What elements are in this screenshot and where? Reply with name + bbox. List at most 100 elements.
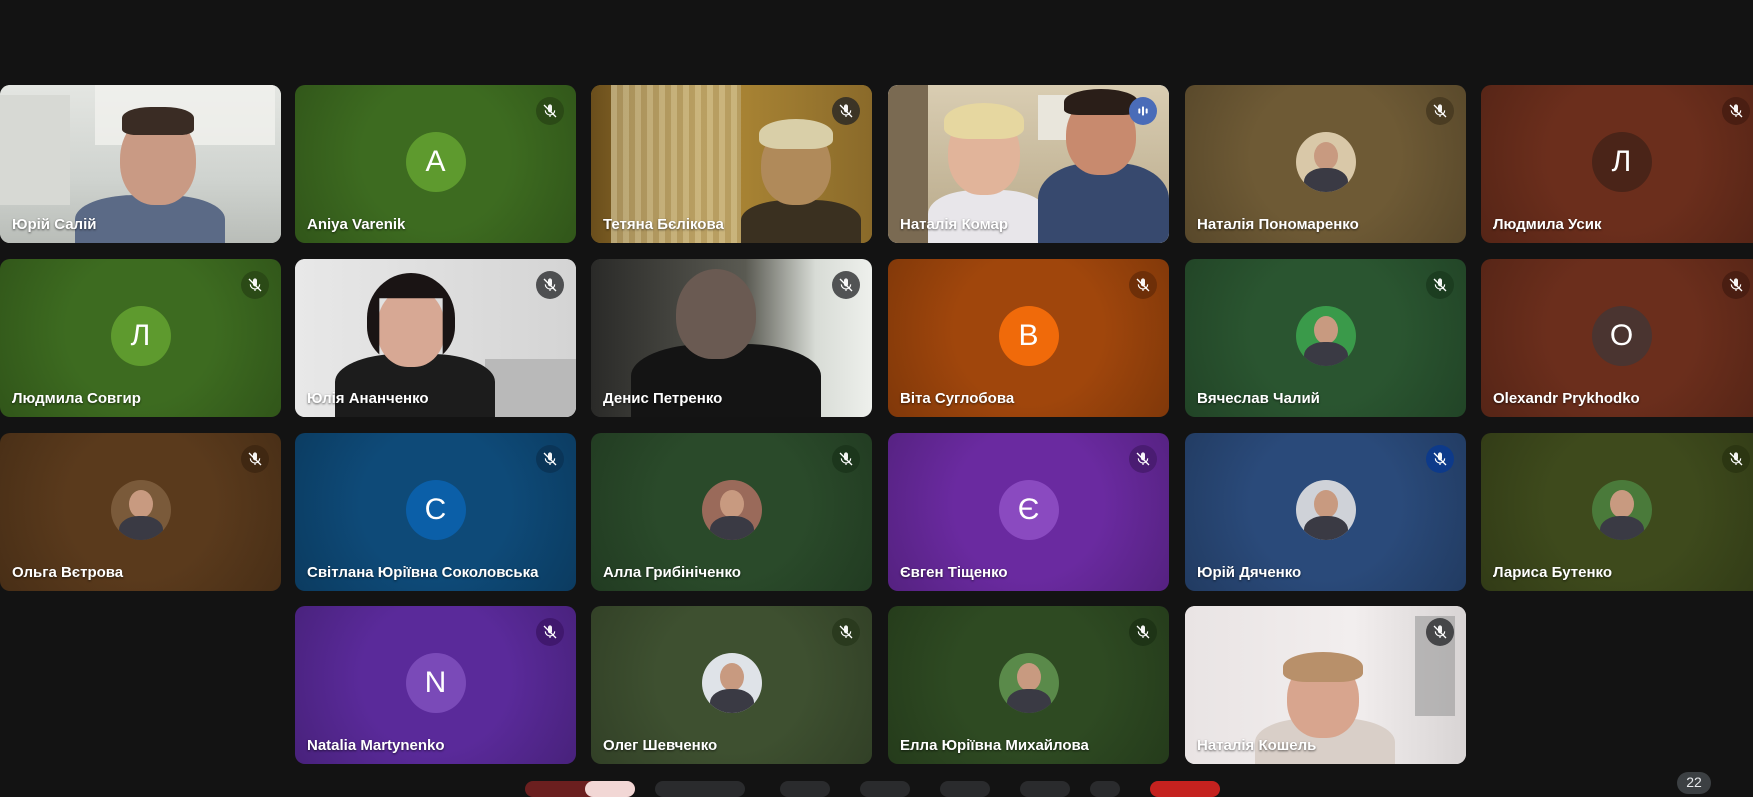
participant-name: Natalia Martynenko	[307, 737, 445, 754]
mic-off-glyph	[1729, 452, 1743, 466]
participant-tile[interactable]: Л Людмила Совгир	[0, 259, 281, 417]
avatar-initial: Л	[110, 306, 171, 366]
mic-off-icon	[536, 97, 564, 125]
mic-off-icon	[241, 271, 269, 299]
mic-off-glyph	[839, 452, 853, 466]
avatar-initial: O	[1591, 306, 1652, 366]
mic-off-icon	[1722, 97, 1750, 125]
participant-name: Наталія Пономаренко	[1197, 216, 1359, 233]
avatar-photo	[1295, 480, 1356, 540]
participant-tile[interactable]: В Віта Суглобова	[888, 259, 1169, 417]
avatar-photo	[701, 653, 762, 713]
participant-tile[interactable]: Наталія Кошель	[1185, 606, 1466, 764]
participant-tile[interactable]: Денис Петренко	[591, 259, 872, 417]
mic-off-glyph	[543, 625, 557, 639]
mic-off-icon	[536, 618, 564, 646]
control-button-partial[interactable]	[1090, 781, 1120, 797]
participant-tile[interactable]: Наталія Комар	[888, 85, 1169, 243]
control-button-partial[interactable]	[585, 781, 635, 797]
control-button-partial[interactable]	[780, 781, 830, 797]
participant-name: Алла Грибініченко	[603, 564, 741, 581]
participant-name: Денис Петренко	[603, 390, 723, 407]
mic-off-glyph	[1136, 278, 1150, 292]
mic-off-icon	[832, 97, 860, 125]
participant-tile[interactable]: Є Євген Тіщенко	[888, 433, 1169, 591]
mic-off-icon	[832, 445, 860, 473]
mic-off-glyph	[543, 278, 557, 292]
participant-tile[interactable]: Лариса Бутенко	[1481, 433, 1753, 591]
mic-off-glyph	[1433, 278, 1447, 292]
participant-name: Юлія Ананченко	[307, 390, 429, 407]
participant-tile[interactable]: Юлія Ананченко	[295, 259, 576, 417]
mic-off-glyph	[248, 278, 262, 292]
mic-off-icon	[832, 271, 860, 299]
mic-off-icon	[1426, 445, 1454, 473]
mic-off-icon	[1129, 271, 1157, 299]
participant-name: Olexandr Prykhodko	[1493, 390, 1640, 407]
control-button-partial[interactable]	[940, 781, 990, 797]
mic-off-icon	[1722, 445, 1750, 473]
control-button-partial[interactable]	[655, 781, 745, 797]
participant-name: Людмила Совгир	[12, 390, 141, 407]
participant-tile[interactable]: Наталія Пономаренко	[1185, 85, 1466, 243]
participant-tile[interactable]: Олег Шевченко	[591, 606, 872, 764]
participant-tile[interactable]: N Natalia Martynenko	[295, 606, 576, 764]
participant-tile[interactable]: A Aniya Varenik	[295, 85, 576, 243]
mic-off-icon	[832, 618, 860, 646]
control-button-partial[interactable]	[1020, 781, 1070, 797]
participant-tile[interactable]: Ольга Вєтрова	[0, 433, 281, 591]
participant-name: Юрій Салій	[12, 216, 97, 233]
avatar-initial: N	[405, 653, 466, 713]
mic-off-glyph	[1433, 452, 1447, 466]
participant-name: Тетяна Бєлікова	[603, 216, 724, 233]
mic-off-glyph	[1433, 104, 1447, 118]
participant-name: Світлана Юріївна Соколовська	[307, 564, 539, 581]
avatar-initial: A	[405, 132, 466, 192]
mic-off-glyph	[1729, 278, 1743, 292]
participant-tile[interactable]: С Світлана Юріївна Соколовська	[295, 433, 576, 591]
participant-name: Людмила Усик	[1493, 216, 1602, 233]
mic-off-glyph	[839, 278, 853, 292]
avatar-photo	[998, 653, 1059, 713]
mic-off-glyph	[1136, 625, 1150, 639]
mic-off-icon	[536, 271, 564, 299]
participant-tile[interactable]: Тетяна Бєлікова	[591, 85, 872, 243]
mic-off-icon	[1722, 271, 1750, 299]
mic-off-icon	[1129, 445, 1157, 473]
mic-off-icon	[536, 445, 564, 473]
avatar-photo	[110, 480, 171, 540]
mic-off-icon	[1426, 618, 1454, 646]
avatar-photo	[1591, 480, 1652, 540]
mic-off-icon	[1426, 97, 1454, 125]
leave-call-button-partial[interactable]	[1150, 781, 1220, 797]
participant-count-badge[interactable]: 22	[1677, 772, 1711, 794]
participant-tile[interactable]: Юрій Дяченко	[1185, 433, 1466, 591]
mic-off-glyph	[1729, 104, 1743, 118]
participant-name: Вячеслав Чалий	[1197, 390, 1320, 407]
participant-tile[interactable]: Юрій Салій	[0, 85, 281, 243]
participant-name: Aniya Varenik	[307, 216, 406, 233]
participant-tile[interactable]: O Olexandr Prykhodko	[1481, 259, 1753, 417]
control-button-partial[interactable]	[860, 781, 910, 797]
participant-name: Лариса Бутенко	[1493, 564, 1612, 581]
participant-name: Ольга Вєтрова	[12, 564, 124, 581]
participant-tile[interactable]: Елла Юріївна Михайлова	[888, 606, 1169, 764]
mic-off-glyph	[839, 104, 853, 118]
participant-tile[interactable]: Алла Грибініченко	[591, 433, 872, 591]
mic-off-icon	[1129, 618, 1157, 646]
participant-tile[interactable]: Л Людмила Усик	[1481, 85, 1753, 243]
avatar-initial: Є	[998, 480, 1059, 540]
participant-name: Віта Суглобова	[900, 390, 1015, 407]
mic-off-icon	[241, 445, 269, 473]
avatar-photo	[1295, 306, 1356, 366]
participant-name: Олег Шевченко	[603, 737, 718, 754]
participant-name: Юрій Дяченко	[1197, 564, 1302, 581]
mic-off-glyph	[839, 625, 853, 639]
avatar-initial: С	[405, 480, 466, 540]
participant-name: Наталія Комар	[900, 216, 1009, 233]
speaking-indicator-icon	[1129, 97, 1157, 125]
avatar-photo	[701, 480, 762, 540]
participant-tile[interactable]: Вячеслав Чалий	[1185, 259, 1466, 417]
avatar-initial: Л	[1591, 132, 1652, 192]
mic-off-glyph	[543, 452, 557, 466]
